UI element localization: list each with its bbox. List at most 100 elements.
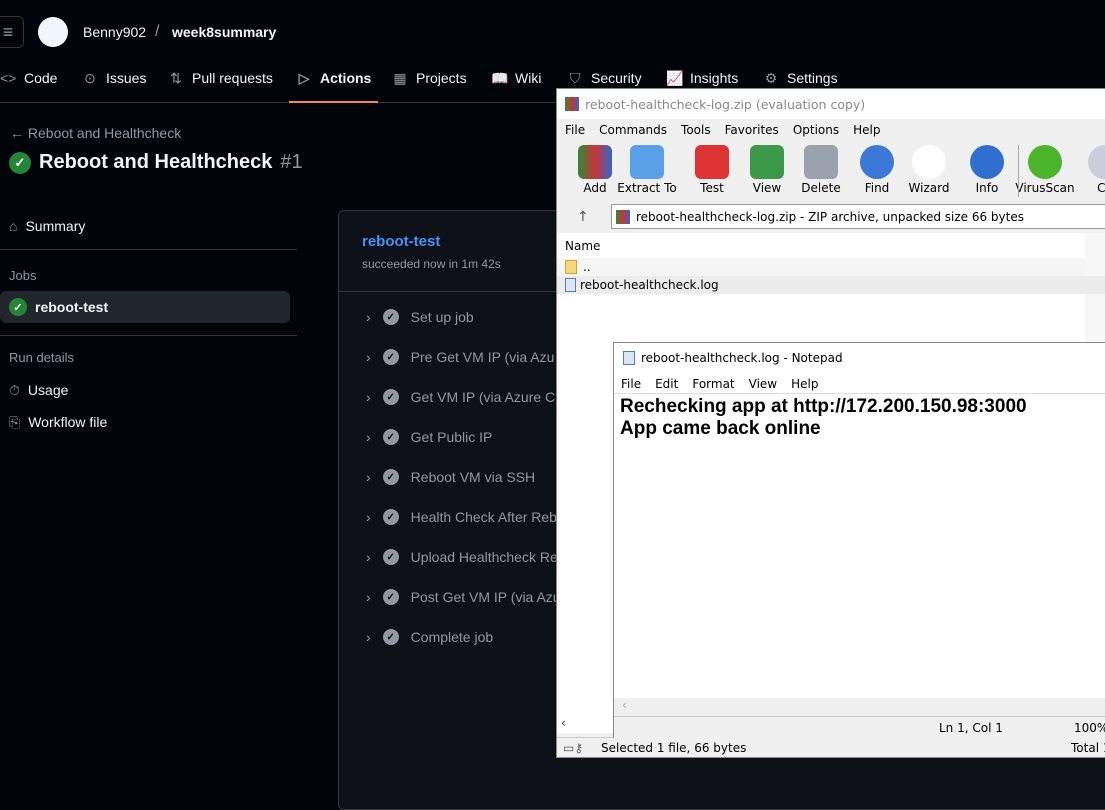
status-text: Selected 1 file, 66 bytes [601, 740, 747, 755]
document-icon [565, 278, 576, 292]
job-step[interactable]: › ✓ Get VM IP (via Azure C [366, 387, 555, 407]
check-circle-icon: ✓ [382, 309, 399, 325]
chevron-right-icon: › [366, 509, 371, 525]
toolbar-label: Co [1097, 181, 1105, 195]
toolbar-label: Delete [801, 181, 841, 195]
tab-pull-requests[interactable]: ⇅ Pull requests [168, 70, 273, 103]
file-icon: ⎘ [9, 413, 21, 430]
menu-format[interactable]: Format [692, 377, 734, 391]
scroll-left-icon[interactable]: ‹ [561, 716, 566, 730]
tab-projects[interactable]: ▦ Projects [392, 70, 467, 103]
delete-button[interactable]: Delete [791, 145, 851, 195]
job-step[interactable]: › ✓ Health Check After Reb [366, 507, 557, 527]
home-icon: ⌂ [9, 218, 18, 234]
toolbar-label: Find [864, 181, 890, 195]
drive-icon: ▭⚷ [563, 740, 584, 755]
tab-code[interactable]: <> Code [0, 70, 57, 103]
tab-issues[interactable]: ⊙ Issues [82, 70, 146, 103]
sidebar-item-workflow-file[interactable]: ⎘ Workflow file [0, 406, 290, 438]
menu-file[interactable]: File [621, 377, 641, 391]
repo-owner-link[interactable]: Benny902 [83, 24, 146, 40]
test-button[interactable]: Test [682, 145, 742, 195]
sidebar-job-reboot-test[interactable]: ✓ reboot-test [0, 291, 290, 323]
github-logo-icon[interactable] [38, 17, 68, 47]
text-line: App came back online [620, 418, 821, 439]
horizontal-scrollbar[interactable]: ‹ [614, 698, 1105, 716]
menu-button[interactable]: ≡ [0, 16, 24, 48]
view-icon [750, 145, 784, 179]
sidebar-item-summary[interactable]: ⌂ Summary [0, 210, 290, 242]
menu-view[interactable]: View [749, 377, 777, 391]
menu-edit[interactable]: Edit [655, 377, 678, 391]
menu-commands[interactable]: Commands [599, 123, 667, 137]
file-name: .. [583, 260, 591, 274]
summary-label: Summary [25, 218, 86, 234]
step-name: Get VM IP (via Azure C [410, 389, 556, 405]
up-arrow-icon[interactable]: ↑ [577, 209, 589, 225]
job-label: reboot-test [35, 299, 109, 315]
test-icon [695, 145, 729, 179]
menu-file[interactable]: File [565, 123, 585, 137]
text-line: Rechecking app at http://172.200.150.98:… [620, 396, 1027, 417]
info-icon [970, 145, 1004, 179]
extract-to-icon [630, 145, 664, 179]
view-button[interactable]: View [737, 145, 797, 195]
tab-label: Projects [416, 70, 467, 86]
divider [0, 249, 297, 250]
file-name: reboot-healthcheck.log [580, 278, 719, 292]
menu-help[interactable]: Help [791, 377, 818, 391]
check-circle-icon: ✓ [382, 349, 399, 365]
virus-scan-button[interactable]: VirusScan [1015, 145, 1075, 195]
notepad-text-area[interactable]: Rechecking app at http://172.200.150.98:… [614, 393, 1105, 698]
archive-icon [616, 209, 630, 224]
file-row-parent[interactable]: .. [557, 258, 1085, 276]
step-name: Reboot VM via SSH [410, 469, 536, 485]
sidebar-item-usage[interactable]: ⏱ Usage [0, 374, 290, 406]
job-step[interactable]: › ✓ Complete job [366, 627, 493, 647]
wizard-button[interactable]: Wizard [899, 145, 959, 195]
table-icon: ▦ [393, 70, 407, 86]
find-button[interactable]: Find [847, 145, 907, 195]
tab-actions[interactable]: ▷ Actions [289, 70, 379, 103]
address-text: reboot-healthcheck-log.zip - ZIP archive… [636, 209, 1024, 224]
back-link[interactable]: ← Reboot and Healthcheck [10, 125, 181, 141]
tab-wiki[interactable]: 📖 Wiki [491, 70, 541, 103]
job-step[interactable]: › ✓ Upload Healthcheck Re [366, 547, 558, 567]
job-step[interactable]: › ✓ Pre Get VM IP (via Azu [366, 347, 554, 367]
add-button[interactable]: Add [565, 145, 625, 195]
job-step[interactable]: › ✓ Set up job [366, 307, 474, 327]
check-circle-icon: ✓ [382, 549, 399, 565]
column-header-name[interactable]: Name [565, 239, 600, 253]
job-name-link[interactable]: reboot-test [362, 233, 440, 250]
check-circle-icon: ✓ [382, 589, 399, 605]
file-row-log[interactable]: reboot-healthcheck.log [557, 276, 1105, 294]
menu-options[interactable]: Options [793, 123, 839, 137]
address-bar[interactable]: reboot-healthcheck-log.zip - ZIP archive… [611, 204, 1105, 229]
chevron-right-icon: › [366, 549, 371, 565]
chevron-right-icon: › [366, 469, 371, 485]
delete-icon [804, 145, 838, 179]
job-step[interactable]: › ✓ Reboot VM via SSH [366, 467, 535, 487]
tab-label: Pull requests [192, 70, 273, 86]
check-circle-icon: ✓ [382, 509, 399, 525]
repo-name-link[interactable]: week8summary [172, 24, 276, 40]
success-icon: ✓ [9, 298, 27, 316]
menu-help[interactable]: Help [853, 123, 880, 137]
job-step[interactable]: › ✓ Post Get VM IP (via Azu [366, 587, 561, 607]
job-step[interactable]: › ✓ Get Public IP [366, 427, 492, 447]
pull-request-icon: ⇅ [170, 70, 182, 86]
notepad-statusbar: Ln 1, Col 1 100% [614, 716, 1105, 738]
menu-favorites[interactable]: Favorites [725, 123, 779, 137]
comment-button[interactable]: Co [1075, 145, 1105, 195]
issue-icon: ⊙ [84, 70, 96, 86]
menu-tools[interactable]: Tools [681, 123, 711, 137]
code-icon: <> [0, 70, 17, 86]
info-button[interactable]: Info [957, 145, 1017, 195]
toolbar-label: Wizard [908, 181, 950, 195]
notepad-title: reboot-healthcheck.log - Notepad [641, 351, 843, 365]
usage-label: Usage [27, 382, 69, 398]
tab-label: Code [24, 70, 58, 86]
winrar-titlebar: reboot-healthcheck-log.zip (evaluation c… [557, 89, 1105, 119]
extract-to-button[interactable]: Extract To [617, 145, 677, 195]
stopwatch-icon: ⏱ [9, 381, 20, 398]
